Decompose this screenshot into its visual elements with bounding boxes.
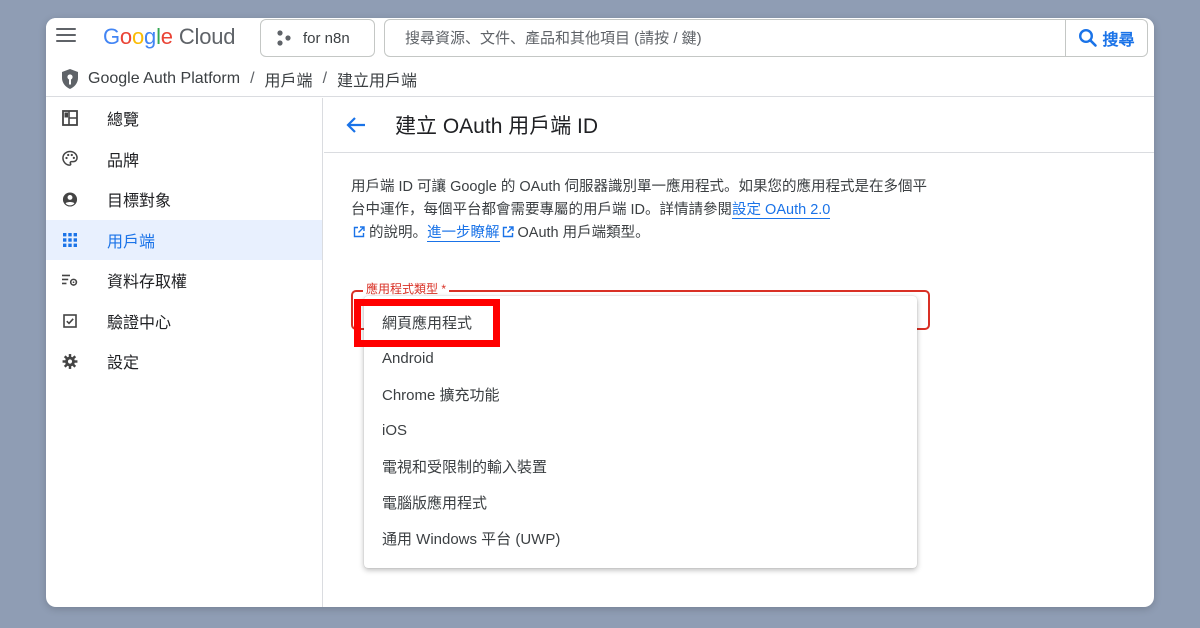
palette-icon (62, 150, 78, 167)
breadcrumb-separator: / (250, 70, 255, 87)
checkbox-icon (62, 313, 78, 329)
sidebar-item-clients[interactable]: 用戶端 (46, 219, 322, 260)
search-button[interactable]: 搜尋 (1065, 20, 1147, 56)
option-android[interactable]: Android (364, 340, 917, 376)
application-type-label: 應用程式類型 * (363, 282, 450, 296)
logo-letter: g (144, 24, 157, 49)
description-part-1: 用戶端 ID 可讓 Google 的 OAuth 伺服器識別單一應用程式。如果您… (351, 179, 928, 218)
option-chrome-extension[interactable]: Chrome 擴充功能 (364, 376, 917, 412)
project-selector-button[interactable]: for n8n (260, 19, 375, 57)
sidebar-item-label: 用戶端 (107, 233, 156, 251)
browser-window: Google Cloud for n8n 搜尋資源、文件、產品和其他項目 (請按… (46, 18, 1154, 607)
option-ios[interactable]: iOS (364, 412, 917, 448)
page-title: 建立 OAuth 用戶端 ID (395, 115, 599, 138)
project-dots-icon (277, 30, 291, 46)
top-bar: Google Cloud for n8n 搜尋 (46, 18, 1154, 62)
shield-key-icon (62, 69, 78, 89)
setup-oauth-link[interactable]: 設定 OAuth 2.0 (732, 202, 831, 219)
breadcrumb-item-auth-platform[interactable]: Google Auth Platform (88, 70, 240, 88)
external-link-icon (353, 226, 365, 238)
external-link-icon (502, 226, 514, 238)
description-part-3: OAuth 用戶端類型。 (517, 225, 650, 241)
option-web-application[interactable]: 網頁應用程式 (364, 304, 917, 340)
breadcrumb-item-create-client: 建立用戶端 (337, 73, 418, 90)
learn-more-link[interactable]: 進一步瞭解 (427, 225, 500, 242)
back-arrow-icon[interactable] (345, 114, 367, 136)
search-bar: 搜尋 (384, 19, 1148, 57)
logo-suffix: Cloud (178, 24, 236, 49)
sidebar-item-label: 驗證中心 (107, 314, 172, 332)
search-input[interactable] (385, 20, 1067, 56)
sidebar-item-label: 總覽 (107, 112, 140, 130)
project-name: for n8n (303, 29, 350, 47)
sidebar-item-label: 目標對象 (107, 193, 172, 211)
option-uwp[interactable]: 通用 Windows 平台 (UWP) (364, 520, 917, 556)
google-cloud-logo[interactable]: Google Cloud (103, 24, 235, 50)
sidebar-item-verification-center[interactable]: 驗證中心 (46, 301, 322, 342)
breadcrumb: Google Auth Platform / 用戶端 / 建立用戶端 (46, 62, 1154, 97)
search-icon (1079, 28, 1098, 47)
sidebar: 總覽 品牌 目標對象 用戶端 資料存取權 驗證中心 設定 (46, 98, 323, 607)
application-type-dropdown: 網頁應用程式 Android Chrome 擴充功能 iOS 電視和受限制的輸入… (354, 296, 917, 568)
menu-icon[interactable] (56, 26, 76, 46)
breadcrumb-item-clients[interactable]: 用戶端 (265, 67, 313, 91)
search-button-label: 搜尋 (1102, 32, 1135, 49)
breadcrumb-separator: / (322, 70, 328, 87)
apps-grid-icon (62, 232, 78, 248)
logo-letter: o (131, 24, 145, 49)
sidebar-item-data-access[interactable]: 資料存取權 (46, 260, 322, 301)
sidebar-item-overview[interactable]: 總覽 (46, 98, 322, 139)
sidebar-item-branding[interactable]: 品牌 (46, 139, 322, 180)
option-tv-limited-input[interactable]: 電視和受限制的輸入裝置 (364, 448, 917, 484)
option-desktop-app[interactable]: 電腦版應用程式 (364, 484, 917, 520)
gear-icon (62, 353, 78, 369)
sidebar-item-label: 設定 (107, 355, 140, 373)
description-text: 用戶端 ID 可讓 Google 的 OAuth 伺服器識別單一應用程式。如果您… (351, 176, 941, 245)
sidebar-item-label: 資料存取權 (107, 274, 188, 292)
logo-letter: o (119, 24, 132, 49)
sidebar-item-label: 品牌 (107, 152, 140, 170)
logo-letter: G (103, 24, 120, 49)
page-header: 建立 OAuth 用戶端 ID (324, 98, 1154, 153)
account-circle-icon (62, 191, 78, 207)
main-content: 建立 OAuth 用戶端 ID 用戶端 ID 可讓 Google 的 OAuth… (324, 98, 1154, 607)
sidebar-item-audience[interactable]: 目標對象 (46, 179, 322, 220)
settings-list-icon (62, 272, 78, 288)
dashboard-icon (62, 110, 78, 127)
description-part-2: 的說明。 (369, 225, 427, 241)
logo-letter: e (160, 24, 173, 49)
sidebar-item-settings[interactable]: 設定 (46, 341, 322, 382)
